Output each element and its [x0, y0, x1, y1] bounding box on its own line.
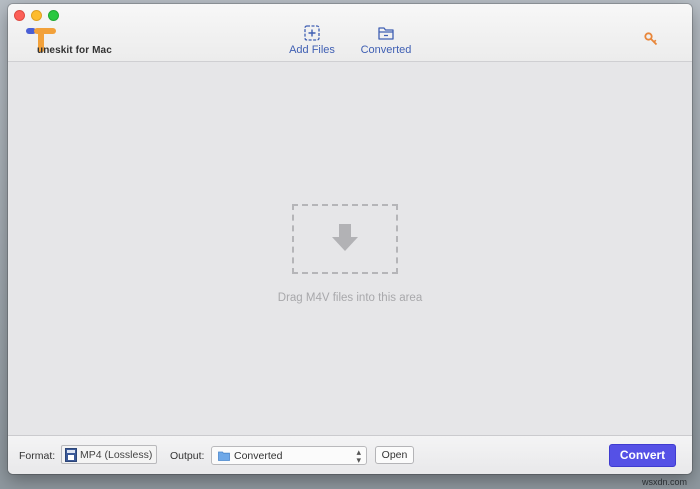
mp4-file-icon [65, 448, 77, 462]
add-files-button[interactable]: Add Files [280, 25, 344, 56]
output-label: Output: [170, 450, 205, 462]
drop-zone[interactable]: Drag M4V files into this area [8, 62, 692, 435]
minimize-window-button[interactable] [31, 10, 42, 21]
format-value: MP4 (Lossless) [80, 449, 153, 461]
open-button[interactable]: Open [375, 446, 414, 464]
toolbar: uneskit for Mac Add Files Converted [8, 4, 692, 62]
arrow-down-icon [332, 224, 358, 251]
drop-target-box[interactable] [292, 204, 398, 274]
select-chevron-icon: ▴ ▾ [356, 447, 361, 465]
plus-square-icon [304, 25, 320, 41]
converted-button[interactable]: Converted [354, 25, 418, 56]
folder-icon [218, 451, 230, 461]
convert-button[interactable]: Convert [609, 444, 676, 467]
bottom-bar: Format: MP4 (Lossless) Output: Converted… [8, 435, 692, 474]
output-folder-select[interactable]: Converted ▴ ▾ [211, 446, 367, 465]
window-controls [14, 10, 59, 21]
watermark-text: wsxdn.com [642, 477, 688, 487]
add-files-label: Add Files [289, 44, 335, 56]
format-label: Format: [19, 450, 56, 462]
zoom-window-button[interactable] [48, 10, 59, 21]
app-logo: uneskit for Mac [24, 26, 134, 56]
output-value: Converted [234, 450, 283, 462]
close-window-button[interactable] [14, 10, 25, 21]
app-logo-text: uneskit for Mac [37, 45, 112, 56]
register-key-button[interactable] [644, 32, 658, 51]
converted-label: Converted [360, 44, 412, 56]
app-window: uneskit for Mac Add Files Converted Drag… [8, 4, 692, 474]
key-icon [644, 32, 658, 46]
format-selector[interactable]: MP4 (Lossless) [61, 445, 157, 464]
drop-hint-text: Drag M4V files into this area [277, 292, 423, 304]
folder-icon [378, 27, 394, 40]
